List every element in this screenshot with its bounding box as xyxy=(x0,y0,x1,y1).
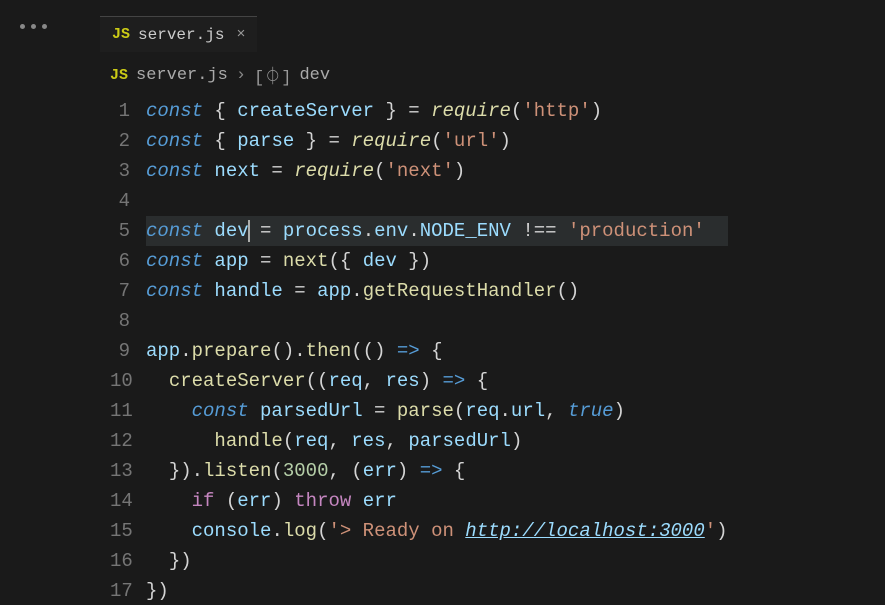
breadcrumb-file: server.js xyxy=(136,66,228,85)
line-number: 10 xyxy=(110,366,130,396)
line-number: 1 xyxy=(110,96,130,126)
line-number: 2 xyxy=(110,126,130,156)
line-number: 14 xyxy=(110,486,130,516)
breadcrumb-symbol: dev xyxy=(299,66,330,85)
line-number: 8 xyxy=(110,306,130,336)
chevron-right-icon: › xyxy=(236,66,246,85)
window-controls xyxy=(20,24,47,29)
editor-container: JS server.js × JS server.js › [⏀] dev 12… xyxy=(0,0,885,605)
code-content[interactable]: const { createServer } = require('http')… xyxy=(146,96,728,605)
tab-filename: server.js xyxy=(138,26,224,44)
window-dot xyxy=(20,24,25,29)
symbol-icon: [⏀] xyxy=(254,62,291,88)
line-number: 4 xyxy=(110,186,130,216)
window-dot xyxy=(42,24,47,29)
line-number: 5 xyxy=(110,216,130,246)
line-number: 9 xyxy=(110,336,130,366)
line-number: 16 xyxy=(110,546,130,576)
line-number: 15 xyxy=(110,516,130,546)
js-icon: JS xyxy=(112,26,130,43)
close-icon[interactable]: × xyxy=(236,26,245,43)
window-dot xyxy=(31,24,36,29)
tab-bar: JS server.js × xyxy=(100,16,885,52)
line-number: 6 xyxy=(110,246,130,276)
breadcrumb[interactable]: JS server.js › [⏀] dev xyxy=(74,52,885,96)
code-area[interactable]: 1234567891011121314151617 const { create… xyxy=(74,96,885,605)
tab-server-js[interactable]: JS server.js × xyxy=(100,16,257,52)
line-number: 11 xyxy=(110,396,130,426)
line-number: 17 xyxy=(110,576,130,605)
line-number: 13 xyxy=(110,456,130,486)
js-icon: JS xyxy=(110,67,128,84)
line-number: 12 xyxy=(110,426,130,456)
line-number-gutter: 1234567891011121314151617 xyxy=(110,96,146,605)
line-number: 7 xyxy=(110,276,130,306)
line-number: 3 xyxy=(110,156,130,186)
